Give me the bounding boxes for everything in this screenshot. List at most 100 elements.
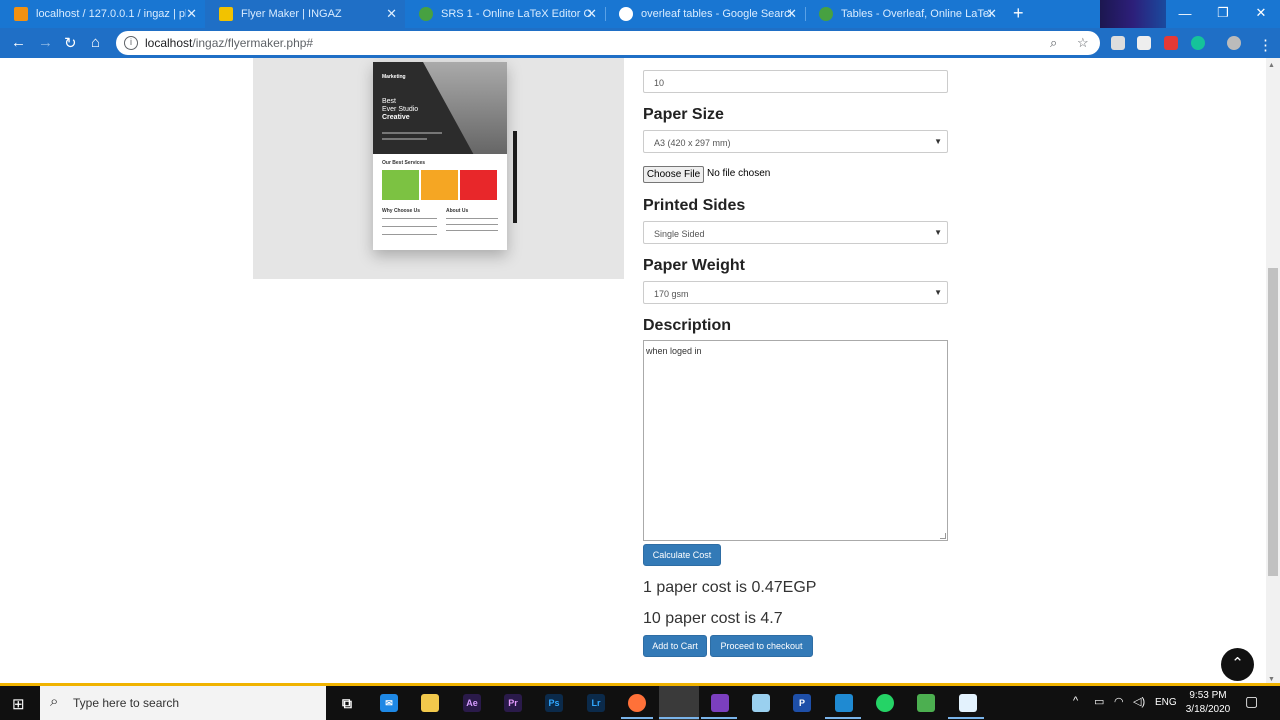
tab-overleaf-tables[interactable]: Tables - Overleaf, Online LaTeX E ✕ (805, 0, 1005, 28)
page-content: Marketing Best Ever Studio Creative Our … (0, 58, 1266, 683)
tab-overleaf-srs[interactable]: SRS 1 - Online LaTeX Editor Over ✕ (405, 0, 605, 28)
printed-sides-label: Printed Sides (643, 197, 746, 214)
choose-file-button[interactable]: Choose File (643, 166, 704, 183)
premiere-icon[interactable]: Pr (504, 694, 522, 712)
flyer-mockup: Marketing Best Ever Studio Creative Our … (373, 62, 507, 250)
tab-label: overleaf tables - Google Search (641, 8, 791, 20)
forward-icon[interactable]: → (38, 34, 53, 51)
clock-time: 9:53 PM (1189, 690, 1227, 701)
close-icon[interactable]: ✕ (186, 6, 197, 22)
proceed-to-checkout-button[interactable]: Proceed to checkout (710, 635, 813, 657)
phpmyadmin-icon (14, 7, 28, 21)
3d-box-icon[interactable] (752, 694, 770, 712)
description-textarea[interactable]: when loged in (643, 340, 948, 541)
tab-label: SRS 1 - Online LaTeX Editor Over (441, 8, 591, 20)
pdf-extension-icon[interactable] (1111, 36, 1125, 50)
flyer-section-title: Our Best Services (382, 160, 426, 166)
unit-cost-text: 1 paper cost is 0.47EGP (643, 579, 817, 596)
restore-icon[interactable]: ❐ (1204, 0, 1242, 26)
chevron-up-icon[interactable]: ^ (1073, 695, 1078, 707)
mail-icon[interactable]: ✉ (380, 694, 398, 712)
paper-size-label: Paper Size (643, 106, 724, 123)
overleaf-icon (419, 7, 433, 21)
add-to-cart-button[interactable]: Add to Cart (643, 635, 707, 657)
tab-flyer-maker[interactable]: Flyer Maker | INGAZ ✕ (205, 0, 405, 28)
zoom-icon[interactable]: ⌕ (1050, 35, 1057, 51)
photos-icon[interactable] (959, 694, 977, 712)
scroll-up-arrow-icon[interactable]: ▲ (1268, 62, 1275, 69)
close-icon[interactable]: ✕ (386, 6, 397, 22)
scroll-to-top-button[interactable]: ⌃ (1221, 648, 1254, 681)
p-app-icon[interactable]: P (793, 694, 811, 712)
scroll-down-arrow-icon[interactable]: ▼ (1268, 676, 1275, 683)
task-view-icon[interactable]: ⧉ (338, 694, 356, 712)
lightroom-icon[interactable]: Lr (587, 694, 605, 712)
paper-weight-label: Paper Weight (643, 257, 745, 274)
new-tab-icon[interactable]: + (1013, 3, 1024, 24)
volume-icon[interactable]: ◁) (1133, 695, 1145, 708)
ingaz-icon (219, 7, 233, 21)
close-icon[interactable]: ✕ (786, 6, 797, 22)
close-icon[interactable]: ✕ (986, 6, 997, 22)
image-editor-icon[interactable] (917, 694, 935, 712)
paper-size-select[interactable]: A3 (420 x 297 mm) ▼ (643, 130, 948, 153)
battery-icon[interactable]: ▭ (1094, 695, 1104, 708)
resize-handle[interactable] (940, 533, 946, 539)
paper-weight-select[interactable]: 170 gsm ▼ (643, 281, 948, 304)
info-icon[interactable]: i (124, 36, 138, 50)
visual-studio-icon[interactable] (711, 694, 729, 712)
pocket-icon[interactable] (1164, 36, 1178, 50)
notification-icon[interactable]: ▢ (1245, 693, 1258, 710)
firefox-icon[interactable] (628, 694, 646, 712)
browser-toolbar: ← → ↻ ⌂ i localhost/ingaz/flyermaker.php… (0, 28, 1280, 58)
minimize-icon[interactable]: — (1166, 0, 1204, 26)
wifi-icon[interactable]: ◠ (1114, 695, 1124, 708)
bookmark-star-icon[interactable]: ☆ (1077, 35, 1089, 51)
avatar[interactable] (1227, 36, 1241, 50)
paper-size-value: A3 (420 x 297 mm) (654, 138, 731, 148)
back-icon[interactable]: ← (11, 34, 26, 51)
taskbar: ⊞ ⌕ Type here to search ⧉ ✉ Ae Pr Ps Lr … (0, 686, 1280, 720)
calculate-cost-button[interactable]: Calculate Cost (643, 544, 721, 566)
pencil-decoration (513, 131, 517, 223)
windows-start-icon[interactable]: ⊞ (12, 695, 25, 713)
address-bar[interactable]: i localhost/ingaz/flyermaker.php# ⌕ ☆ (116, 31, 1100, 55)
file-explorer-icon[interactable] (421, 694, 439, 712)
photoshop-icon[interactable]: Ps (545, 694, 563, 712)
search-icon: ⌕ (50, 693, 59, 710)
printed-sides-select[interactable]: Single Sided ▼ (643, 221, 948, 244)
menu-icon[interactable]: ⋮ (1258, 36, 1273, 54)
extension-icon[interactable] (1137, 36, 1151, 50)
language-indicator[interactable]: ENG (1155, 697, 1177, 708)
tab-phpmyadmin[interactable]: localhost / 127.0.0.1 / ingaz | php ✕ (0, 0, 205, 28)
running-app-indicator (948, 717, 984, 719)
whatsapp-icon[interactable] (876, 694, 894, 712)
scrollbar-thumb[interactable] (1268, 268, 1278, 576)
flyer-section-title: About Us (446, 208, 469, 214)
url-path: /ingaz/flyermaker.php# (192, 36, 314, 50)
grammarly-icon[interactable] (1191, 36, 1205, 50)
close-window-icon[interactable]: ✕ (1242, 0, 1280, 26)
after-effects-icon[interactable]: Ae (463, 694, 481, 712)
quantity-value: 10 (654, 78, 665, 88)
desktop-background (1100, 0, 1166, 28)
url-text[interactable]: localhost/ingaz/flyermaker.php# (145, 36, 313, 50)
close-icon[interactable]: ✕ (586, 6, 597, 22)
tab-google-search[interactable]: overleaf tables - Google Search ✕ (605, 0, 805, 28)
vscode-icon[interactable] (835, 694, 853, 712)
total-cost-text: 10 paper cost is 4.7 (643, 610, 783, 627)
flyer-headline: Ever Studio (382, 106, 419, 113)
dropdown-arrow-icon: ▼ (934, 288, 942, 297)
flyer-section-title: Why Choose Us (382, 208, 421, 214)
taskbar-clock[interactable]: 9:53 PM 3/18/2020 (1182, 689, 1234, 717)
reload-icon[interactable]: ↻ (64, 34, 77, 52)
active-app-indicator (659, 717, 699, 719)
home-icon[interactable]: ⌂ (91, 34, 100, 51)
quantity-field[interactable]: 10 (643, 70, 948, 93)
description-value: when loged in (646, 346, 702, 356)
flyer-headline: Creative (382, 114, 410, 121)
description-label: Description (643, 317, 732, 334)
tab-label: Flyer Maker | INGAZ (241, 8, 342, 20)
taskbar-search[interactable]: ⌕ Type here to search (40, 686, 326, 720)
tab-label: Tables - Overleaf, Online LaTeX E (841, 8, 991, 20)
